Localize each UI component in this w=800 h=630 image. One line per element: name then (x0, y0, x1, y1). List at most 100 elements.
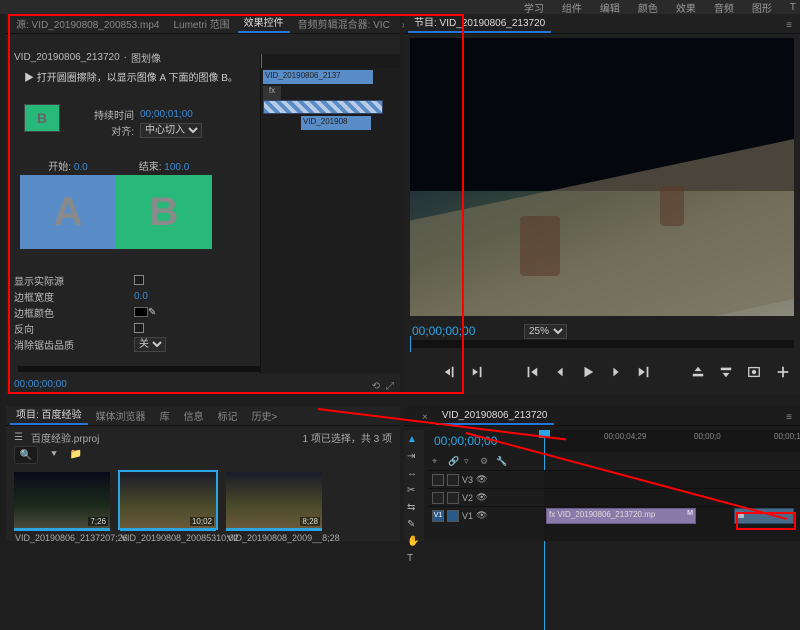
menu-edit[interactable]: 编辑 (600, 0, 620, 15)
mini-clip-top[interactable]: VID_20190806_2137 (263, 70, 373, 84)
marker-icon[interactable]: ▿ (464, 456, 476, 468)
antialias-select[interactable]: 关 (134, 337, 166, 352)
tab-library[interactable]: 库 (154, 406, 176, 425)
reverse-checkbox[interactable] (134, 323, 144, 333)
list-icon[interactable]: ☰ (14, 432, 23, 443)
go-to-in-button[interactable] (523, 363, 541, 381)
ripple-tool[interactable]: ↔ (407, 468, 421, 479)
project-item[interactable]: 8;28VID_20190808_2009__8;28 (226, 472, 322, 545)
eye-icon[interactable]: 👁 (476, 510, 487, 521)
search-input[interactable]: 🔍 (14, 446, 38, 464)
tab-program[interactable]: 节目: VID_20190806_213720 (408, 12, 551, 33)
extract-button[interactable] (717, 363, 735, 381)
wrench-icon[interactable]: 🔧 (496, 456, 508, 468)
start-value[interactable]: 0.0 (74, 162, 88, 173)
program-viewport[interactable] (410, 38, 794, 316)
selection-tool[interactable]: ▲ (407, 434, 421, 445)
tab-sequence[interactable]: VID_20190806_213720 (436, 408, 554, 425)
step-back-button[interactable] (551, 363, 569, 381)
zoom-select[interactable]: 25% (524, 324, 567, 339)
tab-media-browser[interactable]: 媒体浏览器 (90, 406, 152, 425)
button-editor-icon[interactable] (774, 363, 792, 381)
align-select[interactable]: 中心切入 (140, 123, 202, 138)
show-actual-checkbox[interactable] (134, 275, 144, 285)
snap-icon[interactable]: ⌖ (432, 456, 444, 468)
track-header-v3[interactable]: V3👁 (428, 470, 544, 488)
clip-name: VID_20190806_213720 (14, 52, 120, 63)
track-target[interactable] (447, 474, 459, 486)
go-to-out-button[interactable] (635, 363, 653, 381)
preview-b[interactable]: B (116, 175, 212, 249)
export-frame-button[interactable] (745, 363, 763, 381)
wrench-icon[interactable]: ⤢ (386, 381, 394, 392)
mini-clip-transition[interactable] (263, 100, 383, 114)
project-item[interactable]: 7;26VID_20190806_2137207;26 (14, 472, 110, 545)
track-target[interactable] (447, 492, 459, 504)
track-v2[interactable] (544, 488, 800, 506)
eye-icon[interactable]: 👁 (476, 492, 487, 503)
menu-audio[interactable]: 音频 (714, 0, 734, 15)
timeline-clip-b[interactable]: ▦ (734, 508, 794, 524)
mark-in-button[interactable] (441, 363, 459, 381)
ruler-tick: 00;00;0 (694, 432, 721, 441)
pen-tool[interactable]: ✎ (407, 519, 421, 530)
tab-project[interactable]: 项目: 百度经验 (10, 404, 88, 425)
duration-value[interactable]: 00;00;01;00 (140, 109, 193, 120)
play-button[interactable] (579, 363, 597, 381)
tab-audio-mixer[interactable]: 音频剪辑混合器: VIC (292, 14, 396, 33)
mini-playhead[interactable] (261, 54, 262, 68)
settings-icon[interactable]: ⚙ (480, 456, 492, 468)
menu-color[interactable]: 颜色 (638, 0, 658, 15)
mark-out-button[interactable] (469, 363, 487, 381)
tab-source[interactable]: 源: VID_20190808_200853.mp4 (10, 14, 165, 33)
tab-history[interactable]: 历史> (246, 406, 284, 425)
razor-tool[interactable]: ✂ (407, 485, 421, 496)
tab-effect-controls[interactable]: 效果控件 (238, 12, 290, 33)
tab-lumetri[interactable]: Lumetri 范围 (167, 14, 235, 33)
hand-tool[interactable]: ✋ (407, 536, 421, 547)
track-toggle[interactable] (432, 474, 444, 486)
menu-graphics[interactable]: 图形 (752, 0, 772, 15)
border-color-swatch[interactable] (134, 307, 148, 317)
program-scrubber[interactable] (410, 340, 794, 348)
effect-timecode[interactable]: 00;00;00;00 (14, 379, 67, 390)
project-item[interactable]: 10;02VID_20190808_20085310;02 (120, 472, 216, 545)
menu-assembly[interactable]: 组件 (562, 0, 582, 15)
timeline-timecode[interactable]: 00;00;00;00 (428, 434, 497, 448)
step-forward-button[interactable] (607, 363, 625, 381)
type-tool[interactable]: T (407, 553, 421, 564)
track-v3[interactable] (544, 470, 800, 488)
slip-tool[interactable]: ⇆ (407, 502, 421, 513)
eye-icon[interactable]: 👁 (476, 474, 487, 485)
menu-more[interactable]: T (790, 2, 796, 13)
menu-effects[interactable]: 效果 (676, 0, 696, 15)
tab-info[interactable]: 信息 (178, 406, 210, 425)
track-toggle[interactable] (432, 492, 444, 504)
program-timecode[interactable]: 00;00;00;00 (412, 324, 475, 338)
lift-button[interactable] (689, 363, 707, 381)
track-toggle[interactable]: V1 (432, 510, 444, 522)
preview-a[interactable]: A (20, 175, 116, 249)
loop-icon[interactable]: ⟲ (372, 381, 380, 392)
track-target[interactable] (447, 510, 459, 522)
end-value[interactable]: 100.0 (164, 162, 189, 173)
timeline-ruler[interactable]: 00;00;04;29 00;00;0 00;00;1 (544, 430, 800, 452)
track-header-v1[interactable]: V1V1👁 (428, 506, 544, 524)
filter-icon[interactable]: ⯆ (46, 446, 62, 462)
mini-ruler[interactable] (261, 54, 400, 68)
timeline-clip-a[interactable]: fx VID_20190806_213720.mpM (546, 508, 696, 524)
link-icon[interactable]: 🔗 (448, 456, 460, 468)
new-bin-icon[interactable]: 📁 (68, 446, 84, 462)
program-playhead[interactable] (410, 336, 411, 352)
track-header-v2[interactable]: V2👁 (428, 488, 544, 506)
tab-markers[interactable]: 标记 (212, 406, 244, 425)
timeline-menu-icon[interactable]: ≡ (782, 410, 796, 425)
timeline-tracks[interactable]: fx VID_20190806_213720.mpM ▦ (544, 470, 800, 541)
eyedropper-icon[interactable]: ✎ (148, 307, 158, 317)
program-menu-icon[interactable]: ≡ (782, 18, 796, 33)
track-v1[interactable]: fx VID_20190806_213720.mpM ▦ (544, 506, 800, 524)
track-select-tool[interactable]: ⇥ (407, 451, 421, 462)
border-width-value[interactable]: 0.0 (134, 291, 148, 302)
mini-clip-bottom[interactable]: VID_201908 (301, 116, 371, 130)
selection-count: 1 项已选择，共 3 项 (303, 430, 392, 445)
